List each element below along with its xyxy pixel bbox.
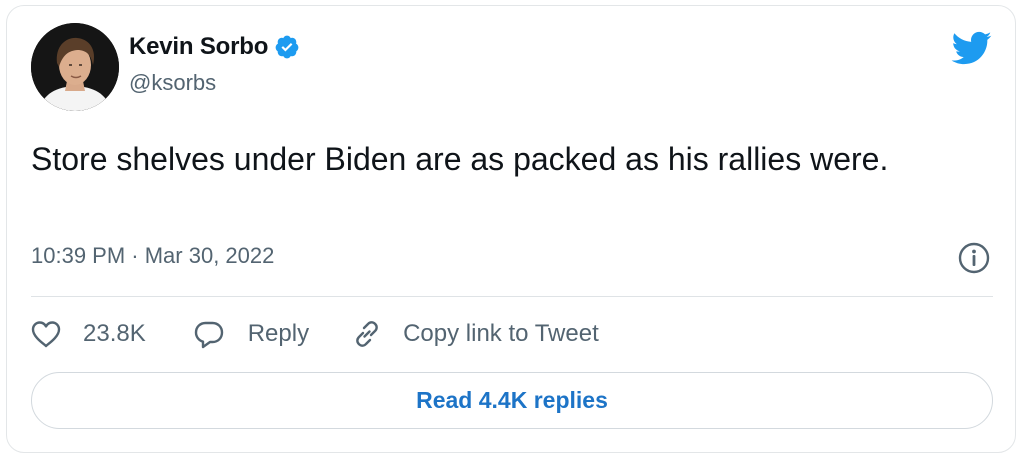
link-icon (351, 318, 383, 350)
author-display-name[interactable]: Kevin Sorbo (129, 33, 268, 61)
author-handle[interactable]: @ksorbs (129, 70, 300, 96)
like-count: 23.8K (83, 320, 146, 347)
copy-link-label: Copy link to Tweet (403, 320, 599, 347)
tweet-timestamp[interactable]: 10:39 PM · Mar 30, 2022 (31, 243, 274, 269)
read-replies-button[interactable]: Read 4.4K replies (31, 372, 993, 429)
author-block: Kevin Sorbo @ksorbs (129, 32, 300, 96)
action-bar: 23.8K Reply Copy link to Tweet (31, 314, 599, 354)
verified-badge-icon (274, 34, 300, 60)
copy-link-button[interactable]: Copy link to Tweet (351, 318, 599, 350)
reply-label: Reply (247, 320, 310, 347)
twitter-bird-icon[interactable] (950, 30, 992, 66)
avatar[interactable] (31, 23, 119, 111)
author-name-row: Kevin Sorbo (129, 32, 300, 62)
info-icon[interactable] (958, 242, 990, 274)
reply-button[interactable]: Reply (194, 319, 309, 349)
like-button[interactable]: 23.8K (31, 320, 146, 348)
reply-bubble-icon (194, 319, 224, 349)
heart-icon (31, 320, 61, 348)
divider (31, 296, 993, 297)
tweet-text: Store shelves under Biden are as packed … (31, 141, 889, 177)
tweet-card: Kevin Sorbo @ksorbs Store shelves under … (6, 5, 1016, 453)
